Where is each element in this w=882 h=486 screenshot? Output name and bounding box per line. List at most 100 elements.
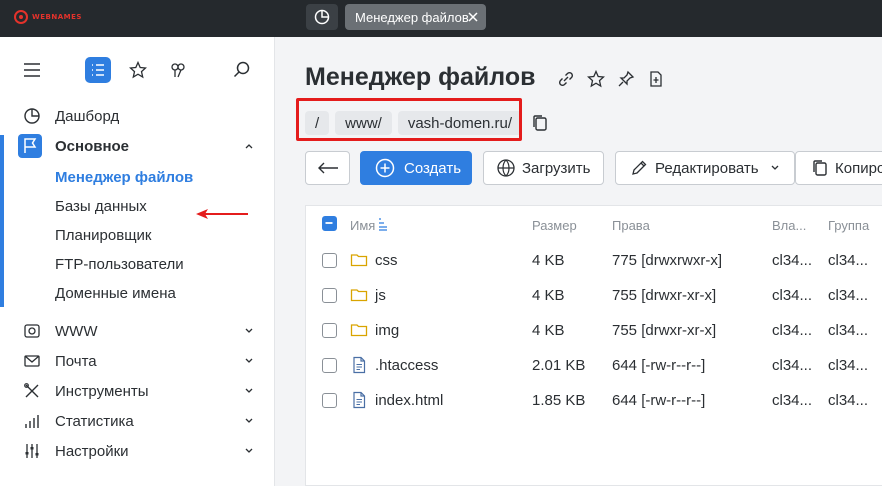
- folder-icon: [350, 289, 368, 302]
- row-checkbox[interactable]: [322, 323, 337, 338]
- sidebar-item-tools[interactable]: Инструменты: [0, 376, 274, 406]
- menu-button[interactable]: [19, 57, 45, 83]
- row-checkbox[interactable]: [322, 253, 337, 268]
- file-rights: 644 [-rw-r--r--]: [612, 357, 706, 374]
- file-name[interactable]: img: [375, 322, 399, 339]
- minus-icon: [325, 222, 333, 224]
- pencil-icon: [632, 160, 647, 175]
- file-owner: cl34...: [772, 392, 813, 409]
- logo[interactable]: WEBNAMES: [14, 9, 82, 25]
- file-name[interactable]: .htaccess: [375, 357, 438, 374]
- file-rights: 644 [-rw-r--r--]: [612, 392, 706, 409]
- row-checkbox[interactable]: [322, 358, 337, 373]
- stats-icon: [25, 415, 39, 428]
- edit-button-label: Редактировать: [655, 159, 759, 177]
- file-icon: [353, 356, 366, 374]
- favorites-button[interactable]: [125, 57, 151, 83]
- sidebar-item-dashboard[interactable]: Дашборд: [0, 101, 274, 131]
- flag-icon: [24, 138, 37, 153]
- file-table: Имя Размер Права Вла... Группа css 4 KB …: [305, 205, 882, 486]
- upload-button[interactable]: Загрузить: [483, 151, 604, 185]
- red-arrow-annotation: [196, 209, 248, 219]
- pinned-button[interactable]: [165, 57, 191, 83]
- sidebar-subitem-databases[interactable]: Базы данных: [55, 198, 147, 215]
- folder-icon: [350, 324, 368, 337]
- document-plus-icon: [650, 71, 662, 87]
- globe-upload-icon: [497, 159, 515, 177]
- sidebar-subitem-scheduler[interactable]: Планировщик: [55, 227, 151, 244]
- page-title: Менеджер файлов: [305, 63, 536, 91]
- file-icon: [353, 391, 366, 409]
- pie-chart-icon: [24, 108, 40, 124]
- pin-button[interactable]: [616, 69, 636, 89]
- link-button[interactable]: [556, 69, 576, 89]
- file-owner: cl34...: [772, 322, 813, 339]
- sort-icon[interactable]: [377, 217, 389, 231]
- table-header: Имя Размер Права Вла... Группа: [306, 206, 882, 241]
- file-name[interactable]: js: [375, 287, 386, 304]
- chevron-down-icon: [245, 328, 253, 333]
- pin-icon: [171, 63, 185, 78]
- copy-button[interactable]: Копиро: [795, 151, 882, 185]
- file-owner: cl34...: [772, 357, 813, 374]
- top-bar: WEBNAMES Менеджер файлов: [0, 0, 882, 37]
- chevron-down-icon: [245, 358, 253, 363]
- file-owner: cl34...: [772, 252, 813, 269]
- table-row[interactable]: .htaccess 2.01 KB 644 [-rw-r--r--] cl34.…: [306, 348, 882, 383]
- star-icon: [129, 61, 147, 79]
- sidebar-item-statistics[interactable]: Статистика: [0, 406, 274, 436]
- file-group: cl34...: [828, 392, 869, 409]
- row-checkbox[interactable]: [322, 393, 337, 408]
- copy-icon: [813, 160, 827, 176]
- header-group[interactable]: Группа: [828, 218, 869, 233]
- link-icon: [558, 71, 574, 87]
- sidebar-subitem-file-manager[interactable]: Менеджер файлов: [55, 169, 193, 186]
- sidebar-item-label: Настройки: [55, 442, 129, 460]
- upload-button-label: Загрузить: [522, 159, 591, 177]
- sidebar-subitem-domain-names[interactable]: Доменные имена: [55, 285, 176, 302]
- create-button[interactable]: Создать: [360, 151, 472, 185]
- table-row[interactable]: index.html 1.85 KB 644 [-rw-r--r--] cl34…: [306, 383, 882, 418]
- table-row[interactable]: css 4 KB 775 [drwxrwxr-x] cl34... cl34..…: [306, 243, 882, 278]
- file-group: cl34...: [828, 357, 869, 374]
- header-rights[interactable]: Права: [612, 218, 650, 233]
- back-button[interactable]: [305, 151, 350, 185]
- select-all-checkbox[interactable]: [322, 216, 337, 231]
- file-size: 1.85 KB: [532, 392, 586, 409]
- dashboard-tab-button[interactable]: [306, 4, 338, 30]
- file-group: cl34...: [828, 252, 869, 269]
- edit-button[interactable]: Редактировать: [615, 151, 795, 185]
- sidebar-item-www[interactable]: WWW: [0, 316, 274, 346]
- star-icon: [587, 70, 605, 88]
- table-row[interactable]: js 4 KB 755 [drwxr-xr-x] cl34... cl34...: [306, 278, 882, 313]
- file-group: cl34...: [828, 322, 869, 339]
- header-name[interactable]: Имя: [350, 218, 375, 233]
- tools-icon: [24, 383, 39, 398]
- table-row[interactable]: img 4 KB 755 [drwxr-xr-x] cl34... cl34..…: [306, 313, 882, 348]
- sidebar-item-mail[interactable]: Почта: [0, 346, 274, 376]
- tab-label: Менеджер файлов: [355, 9, 469, 25]
- favorite-button[interactable]: [586, 69, 606, 89]
- file-rights: 775 [drwxrwxr-x]: [612, 252, 723, 269]
- sidebar-item-settings[interactable]: Настройки: [0, 436, 274, 466]
- chevron-up-icon: [245, 144, 253, 149]
- search-icon: [233, 61, 250, 78]
- file-name[interactable]: css: [375, 252, 398, 269]
- row-checkbox[interactable]: [322, 288, 337, 303]
- copy-path-icon[interactable]: [531, 114, 549, 132]
- file-name[interactable]: index.html: [375, 392, 443, 409]
- tab-file-manager[interactable]: Менеджер файлов: [345, 4, 486, 30]
- pie-chart-icon: [314, 9, 330, 25]
- title-actions: [556, 69, 666, 89]
- file-group: cl34...: [828, 287, 869, 304]
- close-icon[interactable]: [466, 10, 480, 24]
- sidebar-search-button[interactable]: [229, 57, 255, 83]
- header-size[interactable]: Размер: [532, 218, 577, 233]
- list-view-button[interactable]: [85, 57, 111, 83]
- chevron-down-icon: [245, 388, 253, 393]
- sidebar-item-main[interactable]: Основное: [0, 131, 274, 161]
- sidebar-subitem-ftp-users[interactable]: FTP-пользователи: [55, 256, 184, 273]
- bookmark-button[interactable]: [646, 69, 666, 89]
- toolbar: Создать Загрузить Редактировать Копиро: [305, 151, 882, 185]
- header-owner[interactable]: Вла...: [772, 218, 806, 233]
